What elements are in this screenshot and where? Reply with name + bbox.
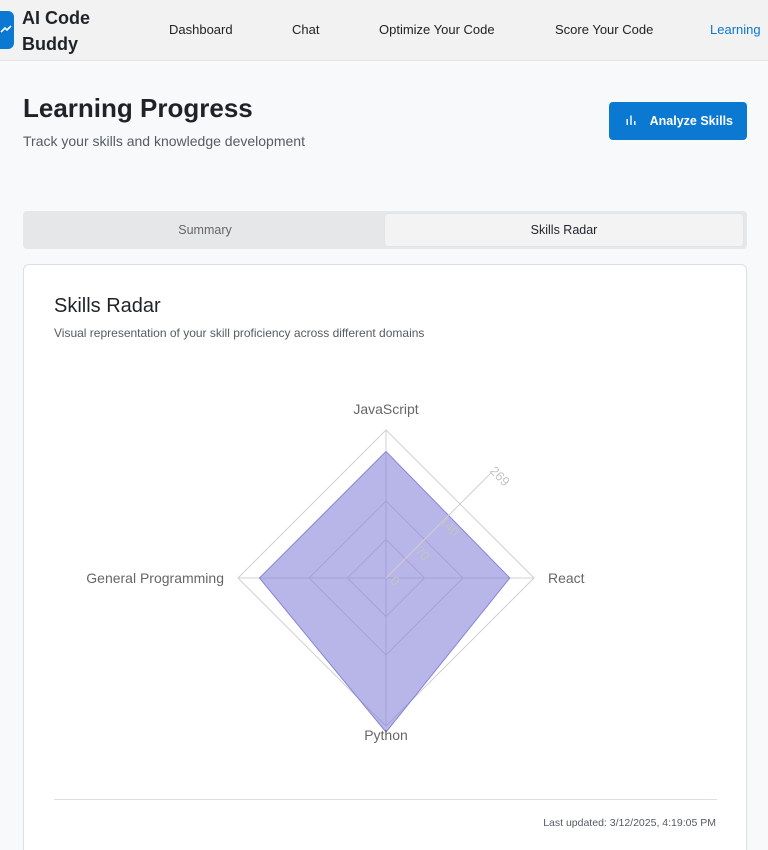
brand-name[interactable]: AI Code Buddy xyxy=(22,5,112,57)
page-title: Learning Progress xyxy=(23,93,253,123)
skills-radar-card: Skills Radar Visual representation of yo… xyxy=(23,264,747,850)
page-subtitle: Track your skills and knowledge developm… xyxy=(23,133,305,149)
last-updated: Last updated: 3/12/2025, 4:19:05 PM xyxy=(543,817,716,829)
view-tabs: Summary Skills Radar xyxy=(23,211,747,249)
nav-dashboard[interactable]: Dashboard xyxy=(169,22,233,37)
analyze-skills-label: Analyze Skills xyxy=(649,114,733,128)
radar-series-area-0 xyxy=(258,450,511,733)
tab-skills-radar[interactable]: Skills Radar xyxy=(385,214,743,246)
analyze-skills-button[interactable]: Analyze Skills xyxy=(609,102,747,140)
tab-summary[interactable]: Summary xyxy=(26,214,384,246)
card-divider xyxy=(54,799,717,800)
top-navigation: AI Code Buddy Dashboard Chat Optimize Yo… xyxy=(0,0,768,61)
radar-radial-tick-3: 269 xyxy=(487,463,513,489)
nav-optimize-code[interactable]: Optimize Your Code xyxy=(379,22,495,37)
logo-icon xyxy=(0,11,14,49)
skills-radar-chart: 070140269JavaScriptReactPythonGeneral Pr… xyxy=(86,401,585,743)
bar-chart-icon xyxy=(625,114,637,129)
nav-chat[interactable]: Chat xyxy=(292,22,319,37)
radar-axis-label-2: Python xyxy=(364,727,408,743)
radar-axis-label-3: General Programming xyxy=(86,570,224,586)
nav-score-code[interactable]: Score Your Code xyxy=(555,22,653,37)
radar-axis-label-1: React xyxy=(548,570,585,586)
nav-learning[interactable]: Learning xyxy=(710,22,761,37)
radar-axis-label-0: JavaScript xyxy=(353,401,418,417)
